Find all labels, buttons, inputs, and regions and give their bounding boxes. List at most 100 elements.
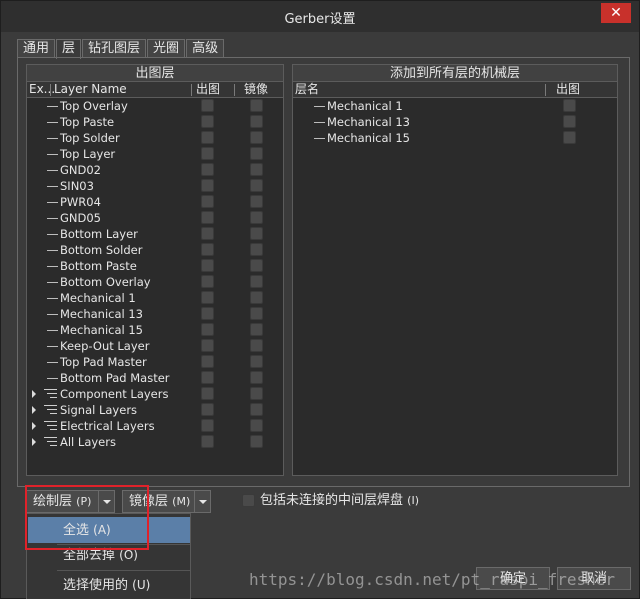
mirror-checkbox[interactable] <box>250 179 263 192</box>
column-layer-name[interactable]: Layer Name <box>54 82 127 97</box>
mirror-checkbox[interactable] <box>250 259 263 272</box>
layer-line-icon <box>47 330 58 331</box>
plot-checkbox[interactable] <box>201 115 214 128</box>
mechanical-layer-row[interactable]: Mechanical 15 <box>293 130 617 146</box>
column-plot[interactable]: 出图 <box>556 82 580 97</box>
mirror-checkbox[interactable] <box>250 243 263 256</box>
expand-arrow-icon[interactable] <box>32 390 36 398</box>
column-mirror[interactable]: 镜像 <box>244 82 268 97</box>
layer-row[interactable]: Mechanical 1 <box>27 290 283 306</box>
layer-row[interactable]: Bottom Pad Master <box>27 370 283 386</box>
mirror-checkbox[interactable] <box>250 355 263 368</box>
mirror-checkbox[interactable] <box>250 227 263 240</box>
tab-layers[interactable]: 层 <box>56 39 82 59</box>
layer-row[interactable]: Bottom Layer <box>27 226 283 242</box>
layer-row[interactable]: Signal Layers <box>27 402 283 418</box>
layer-name: Electrical Layers <box>60 419 155 433</box>
menu-item-select-used[interactable]: 选择使用的 (U) <box>28 572 190 598</box>
plot-checkbox[interactable] <box>563 115 576 128</box>
tab-apertures[interactable]: 光圈 <box>147 39 186 58</box>
column-divider[interactable] <box>234 84 235 96</box>
plot-checkbox[interactable] <box>201 419 214 432</box>
mirror-checkbox[interactable] <box>250 115 263 128</box>
layer-row[interactable]: Keep-Out Layer <box>27 338 283 354</box>
mirror-checkbox[interactable] <box>250 275 263 288</box>
mirror-checkbox[interactable] <box>250 99 263 112</box>
mirror-checkbox[interactable] <box>250 419 263 432</box>
layer-row[interactable]: Mechanical 13 <box>27 306 283 322</box>
tab-drill-drawing[interactable]: 钻孔图层 <box>82 39 147 58</box>
layer-row[interactable]: All Layers <box>27 434 283 450</box>
plot-checkbox[interactable] <box>563 99 576 112</box>
plot-checkbox[interactable] <box>201 323 214 336</box>
mirror-checkbox[interactable] <box>250 195 263 208</box>
plot-checkbox[interactable] <box>201 403 214 416</box>
plot-checkbox[interactable] <box>201 259 214 272</box>
plot-checkbox[interactable] <box>201 163 214 176</box>
tab-advanced[interactable]: 高级 <box>186 39 225 58</box>
column-layer-name[interactable]: 层名 <box>295 82 319 97</box>
layer-row[interactable]: Bottom Paste <box>27 258 283 274</box>
plot-checkbox[interactable] <box>201 307 214 320</box>
column-plot[interactable]: 出图 <box>196 82 220 97</box>
column-divider[interactable] <box>191 84 192 96</box>
column-expand[interactable]: Ex... <box>29 82 55 97</box>
layer-row[interactable]: GND05 <box>27 210 283 226</box>
plot-checkbox[interactable] <box>201 227 214 240</box>
layer-row[interactable]: Mechanical 15 <box>27 322 283 338</box>
mirror-checkbox[interactable] <box>250 131 263 144</box>
layer-row[interactable]: SIN03 <box>27 178 283 194</box>
mirror-checkbox[interactable] <box>250 387 263 400</box>
layer-line-icon <box>47 234 58 235</box>
layer-row[interactable]: Top Pad Master <box>27 354 283 370</box>
mirror-checkbox[interactable] <box>250 163 263 176</box>
layer-name: All Layers <box>60 435 116 449</box>
plot-checkbox[interactable] <box>201 387 214 400</box>
expand-arrow-icon[interactable] <box>32 438 36 446</box>
plot-checkbox[interactable] <box>201 355 214 368</box>
layer-row[interactable]: GND02 <box>27 162 283 178</box>
plot-checkbox[interactable] <box>563 131 576 144</box>
expand-arrow-icon[interactable] <box>32 406 36 414</box>
mirror-checkbox[interactable] <box>250 323 263 336</box>
tab-general[interactable]: 通用 <box>17 39 56 58</box>
plot-checkbox[interactable] <box>201 211 214 224</box>
expand-arrow-icon[interactable] <box>32 422 36 430</box>
plot-checkbox[interactable] <box>201 131 214 144</box>
layer-row[interactable]: Top Paste <box>27 114 283 130</box>
layer-row[interactable]: PWR04 <box>27 194 283 210</box>
close-button[interactable]: ✕ <box>601 3 631 23</box>
mirror-checkbox[interactable] <box>250 339 263 352</box>
plot-checkbox[interactable] <box>201 179 214 192</box>
plot-checkbox[interactable] <box>201 275 214 288</box>
mirror-checkbox[interactable] <box>250 403 263 416</box>
mirror-checkbox[interactable] <box>250 435 263 448</box>
layer-row[interactable]: Electrical Layers <box>27 418 283 434</box>
plot-checkbox[interactable] <box>201 243 214 256</box>
plot-checkbox[interactable] <box>201 291 214 304</box>
plot-checkbox[interactable] <box>201 195 214 208</box>
layer-row[interactable]: Top Overlay <box>27 98 283 114</box>
mirror-layers-dropdown-toggle[interactable] <box>194 491 210 512</box>
plot-checkbox[interactable] <box>201 147 214 160</box>
include-unconnected-pads-checkbox[interactable] <box>242 494 255 507</box>
layer-stack-icon <box>44 389 57 398</box>
column-divider[interactable] <box>545 84 546 96</box>
mechanical-layer-row[interactable]: Mechanical 13 <box>293 114 617 130</box>
mirror-checkbox[interactable] <box>250 211 263 224</box>
mirror-checkbox[interactable] <box>250 147 263 160</box>
mechanical-layer-row[interactable]: Mechanical 1 <box>293 98 617 114</box>
plot-checkbox[interactable] <box>201 339 214 352</box>
mirror-checkbox[interactable] <box>250 307 263 320</box>
layer-row[interactable]: Top Solder <box>27 130 283 146</box>
mirror-checkbox[interactable] <box>250 371 263 384</box>
layer-row[interactable]: Bottom Overlay <box>27 274 283 290</box>
plot-checkbox[interactable] <box>201 371 214 384</box>
plot-checkbox[interactable] <box>201 435 214 448</box>
column-divider[interactable] <box>50 84 51 96</box>
layer-row[interactable]: Bottom Solder <box>27 242 283 258</box>
layer-row[interactable]: Top Layer <box>27 146 283 162</box>
layer-row[interactable]: Component Layers <box>27 386 283 402</box>
mirror-checkbox[interactable] <box>250 291 263 304</box>
plot-checkbox[interactable] <box>201 99 214 112</box>
